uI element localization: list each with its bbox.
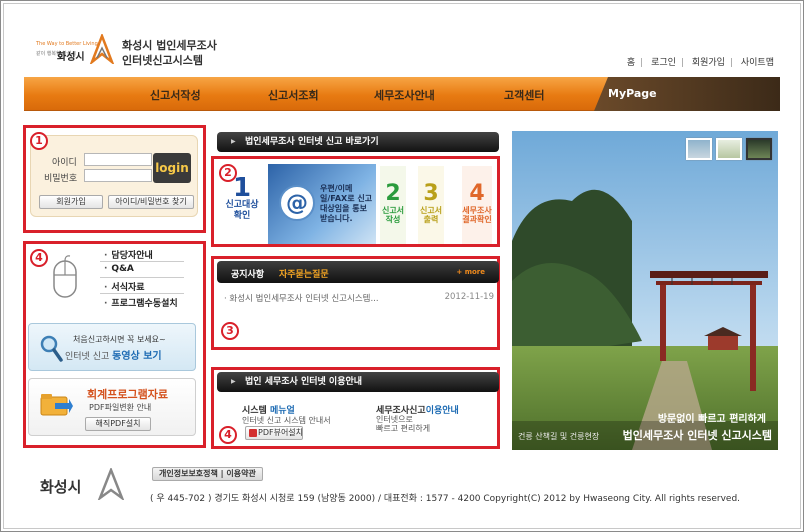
notice-bullet: ·	[224, 294, 227, 304]
nav-item-audit-guide[interactable]: 세무조사안내	[374, 87, 435, 103]
footer-logo-text: 화성시	[40, 478, 82, 496]
hero-photo: 방문없이 빠르고 편리하게 법인세무조사 인터넷 신고시스템 건릉 산책길 및 …	[512, 131, 778, 450]
hero-thumbnail-3[interactable]	[746, 138, 772, 160]
notice-tab-bar: 공지사항 자주묻는질문 + more	[217, 261, 499, 283]
hero-caption-big: 법인세무조사 인터넷 신고시스템	[622, 429, 772, 442]
hero-landscape-image	[512, 131, 778, 450]
step-1-confirm-target[interactable]: 1 신고대상 확인	[220, 166, 264, 244]
tab-faq[interactable]: 자주묻는질문	[279, 267, 329, 280]
password-label: 비밀번호	[44, 174, 78, 184]
video-banner-line2: 인터넷 신고 동영상 보기	[65, 347, 162, 362]
step-2-write-report[interactable]: 2 신고서 작성	[380, 166, 406, 244]
nav-item-report-write[interactable]: 신고서작성	[150, 87, 201, 103]
annotation-number-4-left: 4	[30, 249, 48, 267]
annotation-number-3: 3	[221, 322, 239, 340]
folder-arrow-icon	[40, 394, 73, 416]
pdf-viewer-install-button[interactable]: PDF뷰어설치	[245, 426, 303, 440]
util-join-link[interactable]: 회원가입	[692, 58, 725, 68]
step-3-label: 신고서 출력	[419, 206, 443, 224]
tab-notice[interactable]: 공지사항	[231, 267, 264, 280]
footer-logo-mark-icon	[97, 468, 124, 500]
notice-item-date: 2012-11-19	[444, 292, 494, 302]
svg-text:@: @	[286, 191, 308, 216]
notice-item-title: 화성시 법인세무조사 인터넷 신고시스템...	[229, 294, 379, 304]
step-1-number: 1	[232, 173, 252, 203]
side-menu-divider	[100, 277, 184, 278]
side-menu-forms[interactable]: 서식자료	[104, 280, 144, 293]
video-banner-prefix: 인터넷 신고	[65, 352, 113, 362]
side-menu-divider	[100, 261, 184, 262]
step-3-number: 3	[423, 181, 439, 206]
side-menu-program-install[interactable]: 프로그램수동설치	[104, 296, 177, 309]
utility-nav: 홈 | 로그인 | 회원가입 | 사이트맵	[626, 58, 774, 68]
usage-guide-title-b: 이용안내	[425, 406, 459, 416]
hero-thumbnail-2[interactable]	[716, 138, 742, 160]
annotation-number-1: 1	[30, 132, 48, 150]
pdf-convert-banner[interactable]: 회계프로그램자료 PDF파일변환 안내 해직PDF설치	[28, 378, 196, 436]
hero-thumbnail-1[interactable]	[686, 138, 712, 160]
site-title-line1: 화성시 법인세무조사	[122, 39, 217, 52]
id-input[interactable]	[84, 153, 152, 166]
step-2-label: 신고서 작성	[381, 206, 405, 224]
side-menu-divider	[100, 293, 184, 294]
util-login-link[interactable]: 로그인	[651, 58, 676, 68]
nav-item-report-search[interactable]: 신고서조회	[268, 87, 319, 103]
usage-guide-desc2: 빠르고 편리하게	[376, 424, 431, 433]
join-button[interactable]: 회원가입	[39, 195, 103, 209]
main-nav: 신고서작성 신고서조회 세무조사안내 고객센터 MyPage	[24, 77, 780, 111]
notice-item[interactable]: · 화성시 법인세무조사 인터넷 신고시스템... 2012-11-19	[224, 292, 494, 304]
side-menu-manager[interactable]: 담당자안내	[104, 248, 152, 261]
logo-city: 화성시	[57, 52, 85, 63]
step-4-label: 세무조사 결과확인	[462, 206, 492, 224]
util-sitemap-link[interactable]: 사이트맵	[741, 58, 774, 68]
email-at-icon: @	[279, 185, 315, 221]
pdf-icon	[249, 429, 257, 437]
annotation-number-4-usage: 4	[219, 426, 237, 444]
more-link[interactable]: + more	[456, 268, 485, 276]
find-id-password-button[interactable]: 아이디/비밀번호 찾기	[108, 195, 194, 209]
step-2-number: 2	[385, 181, 401, 206]
pdf-install-button[interactable]: 해직PDF설치	[85, 417, 151, 431]
nav-item-mypage[interactable]: MyPage	[594, 77, 780, 111]
side-menu-qna[interactable]: Q&A	[104, 264, 133, 274]
footer-logo[interactable]: 화성시	[40, 468, 130, 500]
mail-notice-text: 우편/이메일/FAX로 신고대상임을 통보 받습니다.	[320, 184, 373, 223]
mouse-icon	[53, 255, 77, 298]
step-1-label: 신고대상 확인	[225, 200, 259, 221]
mypage-label: MyPage	[608, 87, 657, 100]
hwaseong-logo-icon	[89, 34, 114, 64]
pdf-viewer-install-label: PDF뷰어설치	[258, 428, 304, 437]
footer-address: ( 우 445-702 ) 경기도 화성시 시청로 159 (남양동 2000)…	[150, 494, 741, 504]
hero-caption-small: 방문없이 빠르고 편리하게	[657, 414, 766, 425]
nav-item-customer-center[interactable]: 고객센터	[504, 87, 544, 103]
video-banner-link: 동영상 보기	[112, 351, 162, 362]
password-input[interactable]	[84, 169, 152, 182]
shortcut-header: 법인세무조사 인터넷 신고 바로가기	[217, 132, 499, 152]
pdf-banner-subtitle: PDF파일변환 안내	[89, 403, 152, 412]
more-label: more	[464, 268, 485, 276]
magnifier-icon	[40, 335, 63, 362]
login-button[interactable]: login	[153, 153, 191, 183]
step-4-audit-result[interactable]: 4 세무조사 결과확인	[462, 166, 492, 244]
usage-manual-desc: 인터넷 신고 시스템 안내서	[242, 416, 331, 425]
more-plus-icon: +	[456, 268, 465, 276]
step-4-number: 4	[469, 181, 485, 206]
site-logo[interactable]: The Way to Better Living 같이 행복한 화성시 화성시 …	[36, 34, 217, 68]
site-title-line2: 인터넷신고시스템	[122, 54, 203, 67]
step-3-print-report[interactable]: 3 신고서 출력	[418, 166, 444, 244]
hero-caption-location: 건릉 산책길 및 건릉현장	[518, 432, 600, 441]
usage-header: 법인 세무조사 인터넷 이용안내	[217, 372, 499, 392]
policy-links[interactable]: 개인정보보호정책 | 이용약관	[152, 467, 263, 481]
id-label: 아이디	[52, 158, 77, 168]
video-banner-line1: 처음신고하시면 꼭 보세요~	[73, 335, 166, 344]
mail-notice-panel: @ 우편/이메일/FAX로 신고대상임을 통보 받습니다.	[268, 164, 376, 244]
video-guide-banner[interactable]: 처음신고하시면 꼭 보세요~ 인터넷 신고 동영상 보기	[28, 323, 196, 371]
util-home-link[interactable]: 홈	[627, 58, 635, 68]
pdf-banner-title: 회계프로그램자료	[87, 388, 168, 401]
